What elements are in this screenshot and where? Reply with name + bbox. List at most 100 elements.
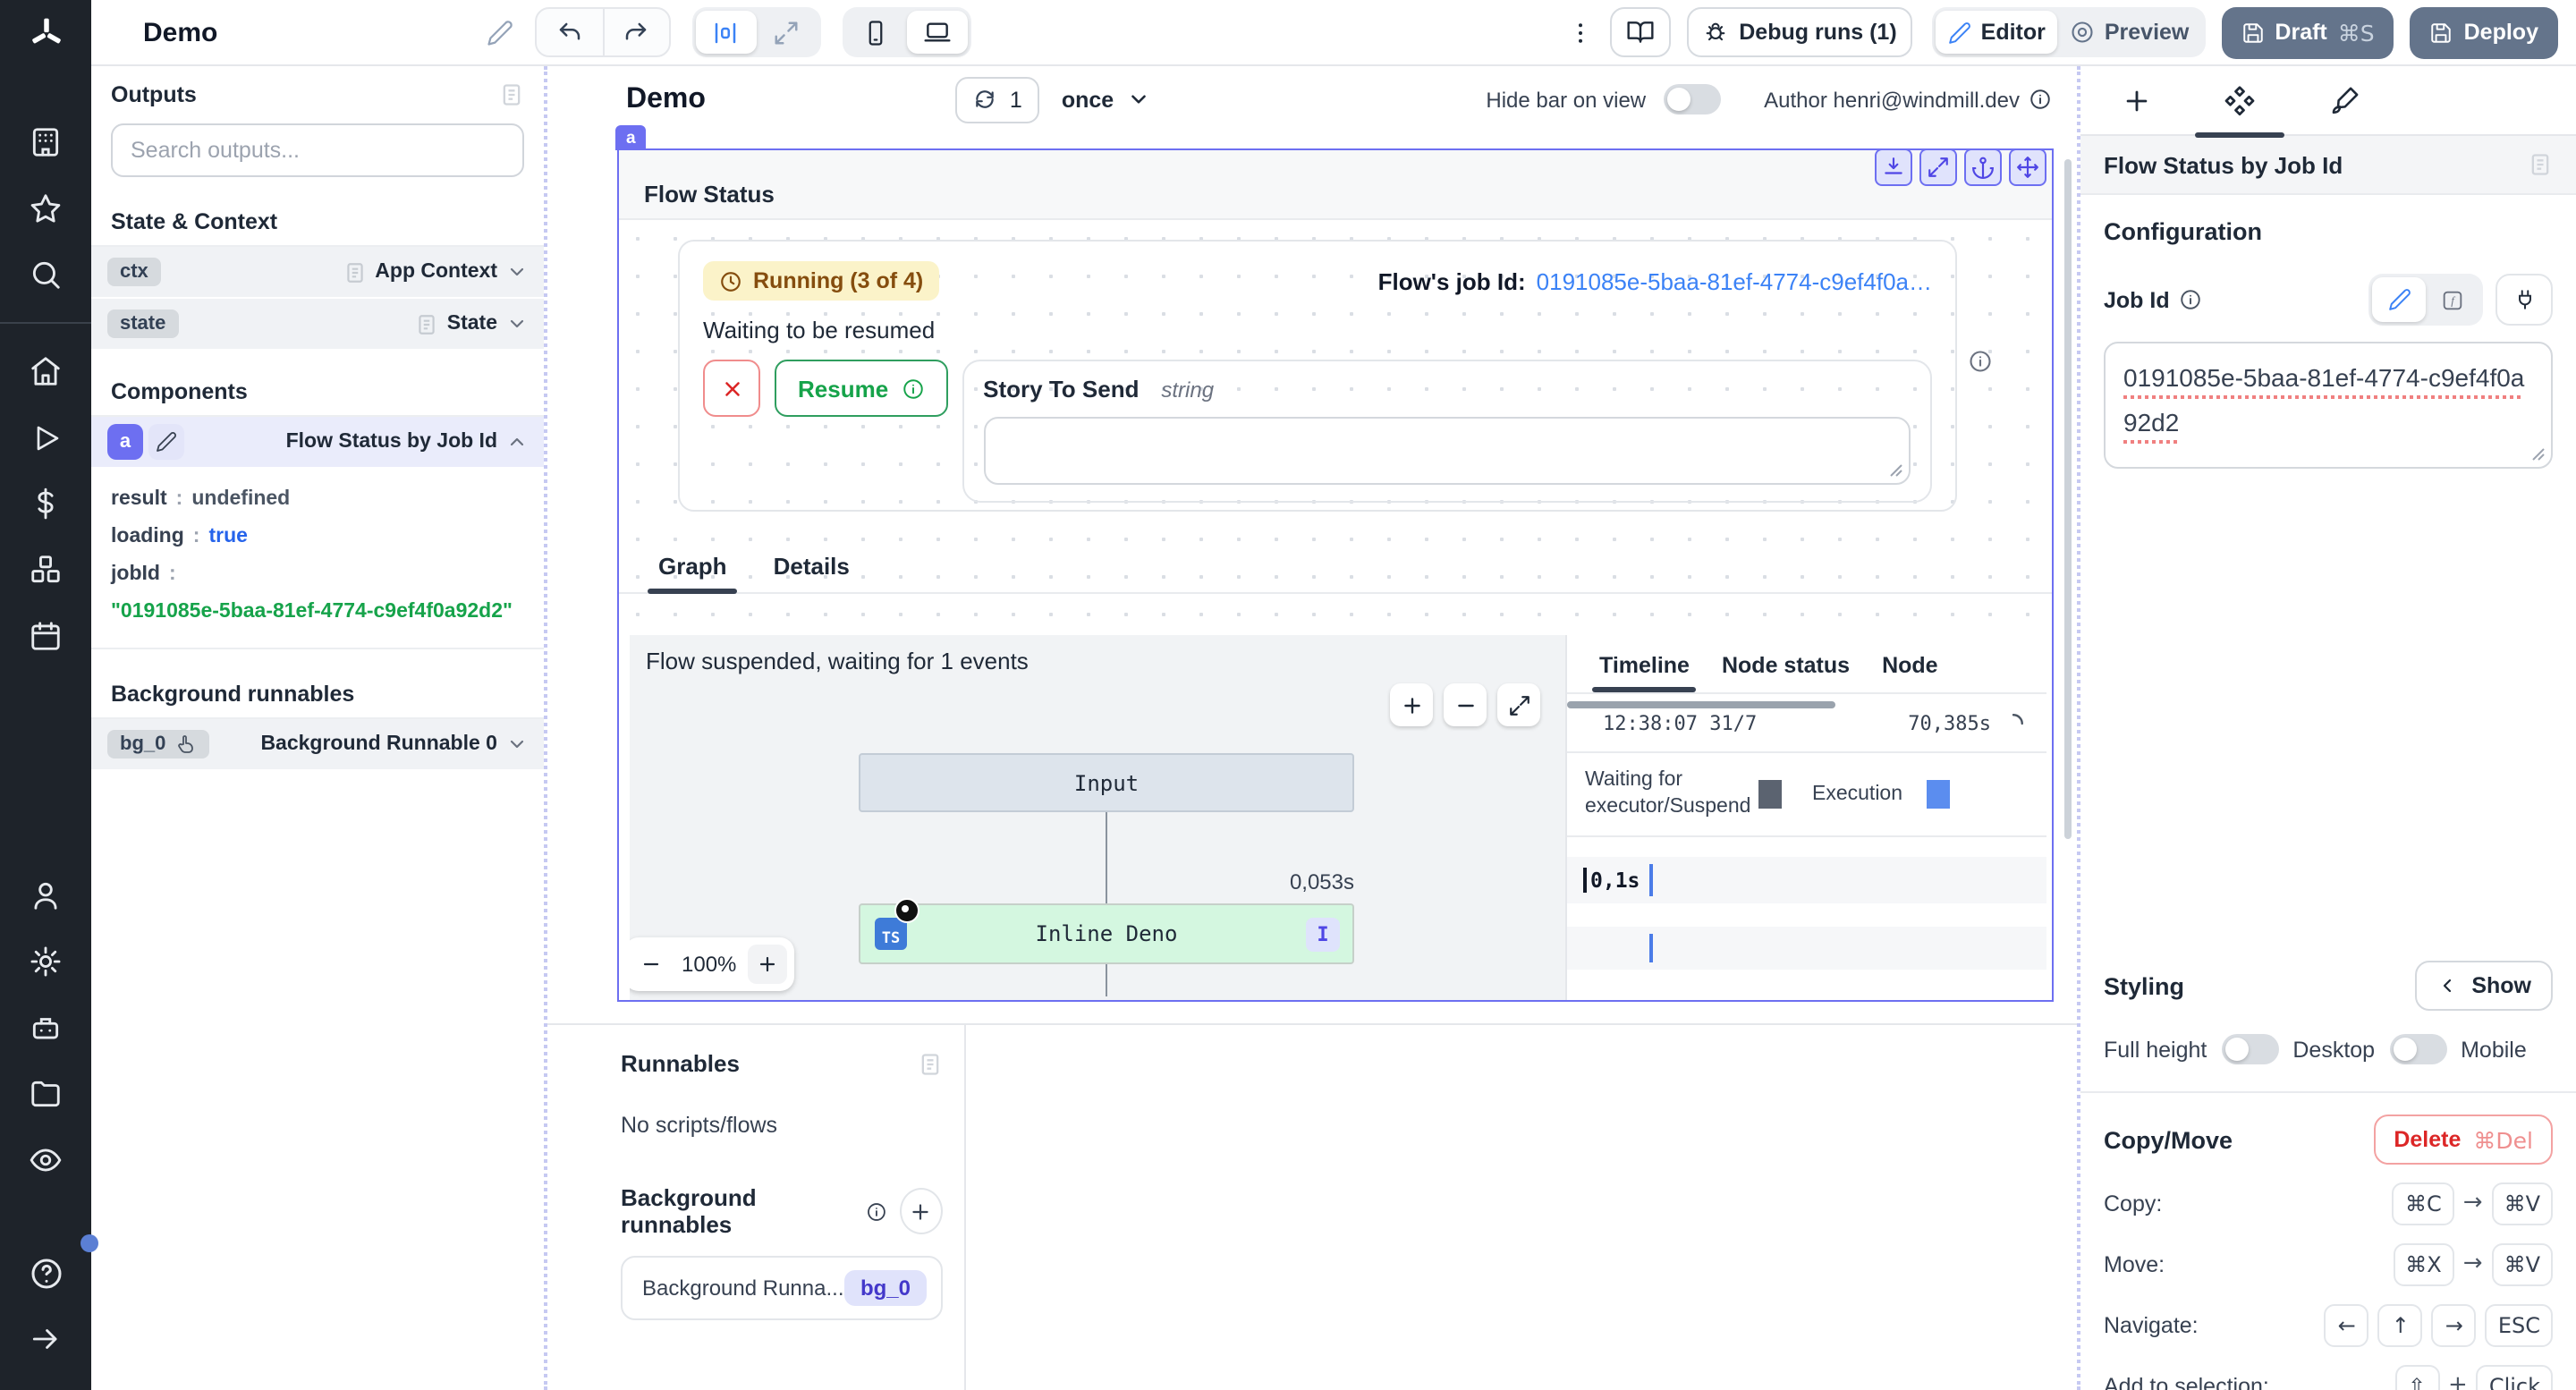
tab-node-definition[interactable]: Node [1882, 653, 1938, 692]
home-icon[interactable] [0, 338, 91, 404]
runnables-doc-icon[interactable] [918, 1051, 943, 1076]
expression-input-button[interactable]: f [2426, 277, 2479, 322]
state-row[interactable]: state State [91, 299, 544, 351]
story-label: Story To Send [983, 376, 1139, 403]
inline-deno-node[interactable]: TS Inline Deno I [859, 903, 1354, 964]
theme-tab[interactable] [2292, 65, 2395, 135]
flow-graph-pane[interactable]: Flow suspended, waiting for 1 events Inp… [630, 635, 1565, 1000]
kebab-menu-icon[interactable] [1567, 19, 1594, 46]
editor-tab[interactable]: Editor [1936, 11, 2058, 54]
connect-output-button[interactable] [2496, 274, 2553, 326]
background-runnable-item[interactable]: Background Runna... bg_0 [621, 1256, 943, 1320]
resume-button[interactable]: Resume [775, 360, 947, 417]
fit-view-icon[interactable] [1497, 683, 1540, 726]
rename-component-icon[interactable] [148, 424, 184, 460]
add-background-runnable-button[interactable] [900, 1188, 943, 1234]
refresh-control[interactable]: 1 [956, 76, 1040, 123]
delete-component-button[interactable]: Delete ⌘Del [2374, 1115, 2553, 1165]
ctx-row[interactable]: ctx App Context [91, 247, 544, 299]
desktop-view-button[interactable] [906, 11, 967, 54]
job-id-input[interactable]: 0191085e-5baa-81ef-4774-c9ef4f0a92d2 [2104, 342, 2553, 469]
full-height-label: Full height [2104, 1037, 2207, 1062]
users-icon[interactable] [0, 862, 91, 928]
topbar: Demo Debug runs (1) Editor [91, 0, 2576, 66]
expand-icon[interactable] [1919, 148, 1957, 186]
kbd-arrow-up: ↑ [2378, 1303, 2423, 1346]
debug-runs-button[interactable]: Debug runs (1) [1687, 7, 1912, 57]
anchor-icon[interactable] [1964, 148, 2002, 186]
add-selection-shortcut-label: Add to selection: [2104, 1373, 2269, 1390]
configuration-heading: Configuration [2104, 218, 2553, 245]
component-doc-icon[interactable] [2528, 152, 2553, 177]
move-icon[interactable] [2009, 148, 2046, 186]
mobile-view-button[interactable] [845, 11, 906, 54]
runs-icon[interactable] [0, 404, 91, 470]
component-a-row[interactable]: a Flow Status by Job Id [91, 417, 544, 469]
timeline-pane: Timeline Node status Node 12:38:07 31/7 … [1565, 635, 2046, 1000]
component-output-values: result:undefined loading:true jobId: "01… [91, 469, 544, 649]
info-icon [866, 1199, 887, 1223]
edit-title-icon[interactable] [486, 19, 513, 46]
preview-tab[interactable]: Preview [2058, 11, 2202, 54]
delete-shortcut: ⌘Del [2473, 1126, 2533, 1153]
deploy-button[interactable]: Deploy [2411, 6, 2558, 58]
hide-bar-toggle[interactable] [1664, 84, 1721, 114]
help-icon[interactable] [0, 1240, 91, 1306]
chevron-down-icon [506, 261, 528, 283]
insert-component-tab[interactable] [2084, 65, 2188, 135]
tab-graph[interactable]: Graph [658, 553, 727, 592]
timeline-legend: Waiting for executor/Suspend Execution [1567, 753, 2046, 837]
zoom-in-icon[interactable] [1390, 683, 1433, 726]
bg0-row[interactable]: bg_0 Background Runnable 0 [91, 719, 544, 771]
fullscreen-layout-button[interactable] [756, 11, 817, 54]
timeline-h-scrollbar[interactable] [1567, 701, 1835, 708]
workers-icon[interactable] [0, 995, 91, 1061]
flow-job-id-link[interactable]: 0191085e-5baa-81ef-4774-c9ef4f0a… [1537, 267, 1932, 294]
zoom-out-icon[interactable] [1444, 683, 1487, 726]
outputs-doc-icon[interactable] [499, 82, 524, 107]
draft-button[interactable]: Draft ⌘S [2221, 6, 2394, 58]
tab-timeline[interactable]: Timeline [1599, 653, 1690, 692]
schedules-icon[interactable] [0, 603, 91, 669]
resources-icon[interactable] [0, 537, 91, 603]
centered-layout-button[interactable] [695, 11, 756, 54]
result-key: result [111, 488, 167, 510]
windmill-logo[interactable] [0, 0, 91, 66]
redo-button[interactable] [602, 9, 668, 55]
flow-status-component[interactable]: a Flow Status Running (3 of 4) [617, 148, 2054, 1002]
plug-icon [2512, 288, 2536, 311]
component-id-tab[interactable]: a [615, 125, 647, 150]
zoom-decrease-icon[interactable] [631, 945, 671, 984]
input-node[interactable]: Input [859, 753, 1354, 812]
collapse-sidebar-icon[interactable] [0, 1306, 91, 1372]
static-input-button[interactable] [2372, 277, 2426, 322]
folders-icon[interactable] [0, 1061, 91, 1127]
story-textarea[interactable] [983, 417, 1911, 485]
full-height-toggle[interactable] [2221, 1034, 2278, 1064]
insert-below-icon[interactable] [1875, 148, 1912, 186]
device-group [842, 7, 970, 57]
kbd-cmd-v: ⌘V [2492, 1242, 2553, 1285]
show-styling-button[interactable]: Show [2414, 961, 2553, 1011]
cancel-button[interactable] [703, 360, 760, 417]
component-settings-tab[interactable] [2188, 65, 2292, 135]
undo-button[interactable] [536, 9, 602, 55]
variables-icon[interactable] [0, 470, 91, 537]
canvas-scrollbar[interactable] [2064, 159, 2072, 839]
favorites-icon[interactable] [0, 175, 91, 242]
tab-details[interactable]: Details [774, 553, 850, 592]
tab-node-status[interactable]: Node status [1722, 653, 1850, 692]
desktop-toggle[interactable] [2389, 1034, 2446, 1064]
pencil-icon [2387, 288, 2411, 311]
deno-icon [894, 898, 919, 923]
zoom-increase-icon[interactable] [747, 945, 786, 984]
interval-select[interactable]: once [1062, 87, 1149, 112]
form-info-icon[interactable] [1968, 349, 1993, 374]
kbd-cmd-c: ⌘C [2393, 1182, 2454, 1225]
audit-logs-icon[interactable] [0, 1127, 91, 1193]
docs-button[interactable] [1610, 7, 1671, 57]
search-outputs-input[interactable] [111, 123, 524, 177]
workspace-icon[interactable] [0, 109, 91, 175]
search-icon[interactable] [0, 242, 91, 308]
settings-icon[interactable] [0, 928, 91, 995]
